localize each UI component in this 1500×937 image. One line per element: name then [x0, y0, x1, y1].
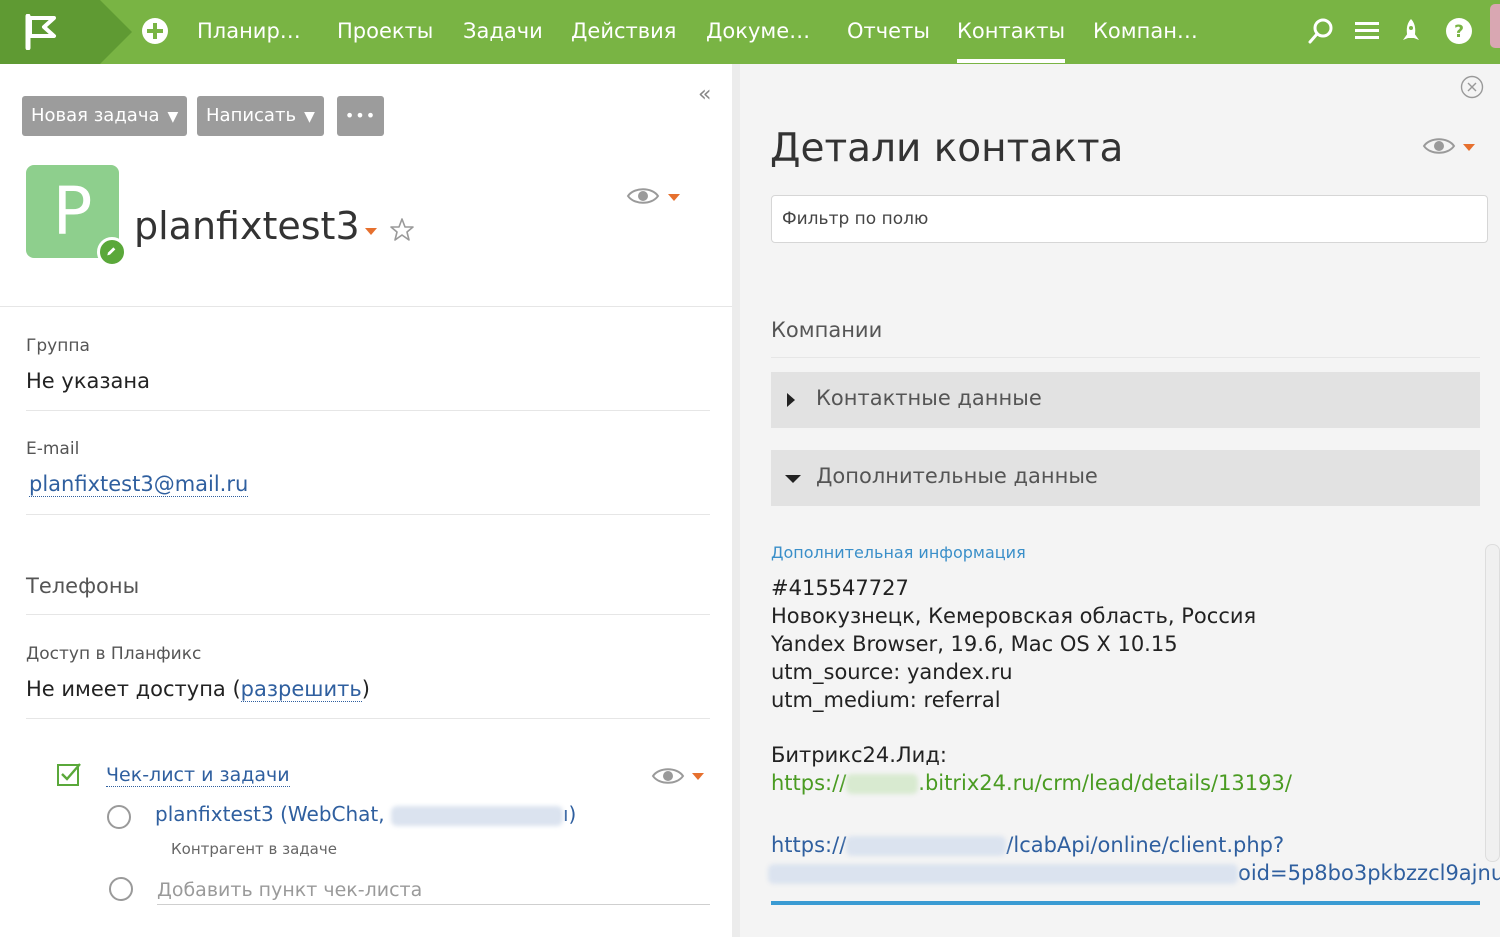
close-icon[interactable]	[1460, 75, 1484, 99]
contact-details-panel: Детали контакта Компании Контактные данн…	[740, 64, 1500, 937]
nav-item-contacts[interactable]: Контакты	[957, 0, 1066, 64]
help-icon[interactable]: ?	[1444, 16, 1474, 46]
grant-access-link[interactable]: разрешить	[240, 677, 362, 702]
bitrix-label: Битрикс24.Лид:	[771, 743, 947, 767]
divider	[157, 904, 710, 905]
api-link-prefix: https://	[771, 833, 847, 857]
contact-data-label: Контактные данные	[816, 386, 1042, 410]
divider	[26, 410, 710, 411]
chevron-right-icon	[787, 393, 795, 407]
add-checklist-item-checkbox[interactable]	[109, 877, 133, 901]
svg-text:?: ?	[1454, 22, 1464, 42]
info-line: Новокузнецк, Кемеровская область, Россия	[771, 604, 1257, 628]
api-link-suffix: /lcabApi/online/client.php?	[1006, 833, 1285, 857]
eye-icon[interactable]	[626, 185, 660, 207]
write-button[interactable]: Написать ▼	[197, 96, 324, 136]
nav-item-planner[interactable]: Планир…	[197, 0, 301, 64]
details-title: Детали контакта	[770, 126, 1124, 171]
collapse-panel-icon[interactable]: «	[698, 82, 711, 107]
email-label: E-mail	[26, 439, 80, 459]
info-line: #415547727	[771, 576, 909, 600]
caret-down-icon: ▼	[304, 109, 315, 125]
eye-icon[interactable]	[1422, 135, 1456, 157]
info-line: Yandex Browser, 19.6, Mac OS X 10.15	[771, 632, 1178, 656]
divider	[26, 614, 710, 615]
nav-item-actions[interactable]: Действия	[571, 0, 676, 64]
checklist-item-checkbox[interactable]	[107, 805, 131, 829]
extra-data-label: Дополнительные данные	[816, 464, 1098, 488]
more-button[interactable]: •••	[337, 96, 384, 136]
checklist-item-suffix: ı)	[562, 802, 577, 826]
bitrix-link-prefix: https://	[771, 771, 847, 795]
group-label: Группа	[26, 336, 90, 356]
scrollbar[interactable]	[1485, 544, 1500, 862]
access-value: Не имеет доступа (разрешить)	[26, 677, 370, 702]
visibility-caret-icon[interactable]	[692, 773, 704, 780]
menu-icon[interactable]	[1352, 16, 1382, 46]
eye-icon[interactable]	[651, 765, 685, 787]
caret-down-icon: ▼	[167, 109, 179, 125]
redacted-text	[846, 836, 1007, 856]
nav-item-tasks[interactable]: Задачи	[463, 0, 543, 64]
field-filter-input[interactable]	[771, 195, 1488, 243]
bitrix-lead-link[interactable]: https:// .bitrix24.ru/crm/lead/details/13…	[771, 771, 1292, 795]
redacted-text	[768, 864, 1238, 884]
divider	[26, 514, 710, 515]
redacted-text	[846, 774, 919, 794]
new-task-button[interactable]: Новая задача ▼	[22, 96, 188, 136]
bitrix-link-suffix: .bitrix24.ru/crm/lead/details/13193/	[918, 771, 1292, 795]
visibility-caret-icon[interactable]	[1463, 144, 1475, 151]
name-menu-caret-icon[interactable]	[365, 228, 377, 235]
access-value-prefix: Не имеет доступа (	[26, 677, 241, 701]
divider	[771, 357, 1480, 358]
chevron-down-icon	[785, 475, 801, 483]
checklist-item[interactable]: planfixtest3 (WebChat, ı)	[155, 802, 576, 826]
nav-item-reports[interactable]: Отчеты	[847, 0, 930, 64]
companies-title: Компании	[771, 318, 883, 342]
user-avatar-edge[interactable]	[1490, 4, 1500, 48]
extra-data-section[interactable]: Дополнительные данные	[771, 450, 1480, 506]
contact-data-section[interactable]: Контактные данные	[771, 372, 1480, 428]
access-label: Доступ в Планфикс	[26, 644, 202, 664]
divider	[0, 306, 732, 307]
info-line: utm_medium: referral	[771, 688, 1001, 712]
extra-info-label: Дополнительная информация	[771, 543, 1026, 562]
edit-pencil-icon[interactable]	[97, 237, 127, 267]
search-icon[interactable]	[1306, 16, 1336, 46]
new-task-button-label: Новая задача	[31, 105, 160, 126]
write-button-label: Написать	[206, 105, 297, 126]
redacted-text	[390, 805, 563, 826]
panel-splitter[interactable]	[732, 64, 740, 937]
divider	[26, 718, 710, 719]
contact-name: planfixtest3	[134, 204, 360, 248]
nav-item-companies[interactable]: Компан…	[1093, 0, 1198, 64]
api-client-link-tail[interactable]: oid=5p8bo3pkbzzcl9ajnu	[768, 861, 1500, 885]
phones-title: Телефоны	[26, 574, 140, 598]
nav-item-projects[interactable]: Проекты	[337, 0, 433, 64]
info-line: utm_source: yandex.ru	[771, 660, 1013, 684]
section-divider-accent	[771, 901, 1480, 905]
visibility-caret-icon[interactable]	[668, 194, 680, 201]
checklist-item-label: planfixtest3 (WebChat,	[155, 802, 385, 826]
group-value: Не указана	[26, 369, 151, 393]
plus-circle-icon[interactable]	[141, 17, 169, 45]
api-link-tail: oid=5p8bo3pkbzzcl9ajnu	[1238, 861, 1500, 885]
checklist-checkbox-icon	[57, 763, 81, 786]
email-value: planfixtest3@mail.ru	[29, 472, 249, 497]
contact-card-panel: Новая задача ▼ Написать ▼ ••• « P planfixt…	[0, 64, 732, 937]
nav-item-documents[interactable]: Докуме…	[706, 0, 810, 64]
email-link[interactable]: planfixtest3@mail.ru	[29, 472, 249, 497]
api-client-link[interactable]: https:// /lcabApi/online/client.php?	[771, 833, 1284, 857]
star-icon[interactable]	[388, 216, 416, 244]
checklist-item-subtitle: Контрагент в задаче	[171, 840, 337, 858]
rocket-icon[interactable]	[1396, 16, 1426, 46]
planfix-logo-icon	[25, 14, 56, 50]
checklist-title[interactable]: Чек-лист и задачи	[106, 764, 290, 787]
top-navigation-bar: Планир… Проекты Задачи Действия Докуме… …	[0, 0, 1500, 64]
logo-arrow	[100, 0, 132, 64]
access-value-suffix: )	[361, 677, 370, 701]
add-checklist-item-input[interactable]: Добавить пункт чек-листа	[157, 879, 422, 901]
